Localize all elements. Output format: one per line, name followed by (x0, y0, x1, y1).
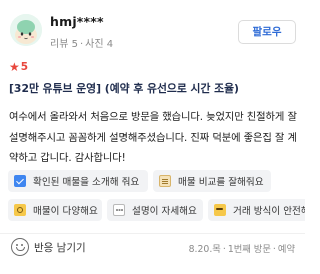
clipboard-icon (159, 175, 171, 187)
keyword-tag-label: 확인된 매물을 소개해 줘요 (33, 177, 140, 188)
speech-bubble-icon (113, 204, 125, 216)
keyword-tag: 매물이 다양해요 (8, 199, 102, 221)
meta-separator: · (222, 244, 226, 255)
keyword-tag: 설명이 자세해요 (107, 199, 203, 221)
follow-button[interactable]: 팔로우 (238, 20, 296, 44)
smile-reaction-icon[interactable] (11, 238, 29, 256)
visit-info: 8.20.목 · 1번째 방문 · 예약 (189, 241, 295, 255)
keyword-tag-label: 거래 방식이 안전해요 (233, 206, 305, 217)
smile-face-icon (214, 204, 226, 216)
rating-value: 5 (20, 61, 29, 73)
photo-count: 4 (106, 39, 114, 50)
meta-separator: · (79, 39, 84, 50)
character-avatar-icon (10, 14, 42, 46)
review-body: 여수에서 올라와서 처음으로 방문을 했습니다. 늦었지만 친절하게 잘 설명해… (9, 111, 297, 164)
visit-date: 8.20.목 (188, 244, 221, 255)
visit-method: 예약 (277, 244, 295, 255)
keyword-tag-label: 매물이 다양해요 (33, 206, 98, 217)
check-icon (14, 175, 26, 187)
keyword-tag-label: 설명이 자세해요 (132, 206, 197, 217)
review-count-label: 리뷰 (50, 39, 69, 50)
reviewer-header: hmj**** 리뷰 5 · 사진 4 팔로우 (0, 0, 305, 58)
divider (0, 233, 305, 234)
meta-separator: · (272, 244, 276, 255)
visit-count: 1번째 방문 (227, 244, 271, 255)
leave-reaction-button[interactable]: 반응 남기기 (34, 240, 86, 255)
photo-count-label: 사진 (85, 39, 104, 50)
keyword-tags: 확인된 매물을 소개해 줘요 매물 비교를 잘해줘요 매물이 다양해요 설명이 … (8, 170, 305, 226)
keyword-tag-label: 매물 비교를 잘해줘요 (178, 177, 264, 188)
avatar[interactable] (10, 14, 42, 46)
keyword-tag: 거래 방식이 안전해요 (208, 199, 305, 221)
review-title: [32만 유튜브 운영] (예약 후 유선으로 시간 조율) (9, 82, 239, 95)
reviewer-stats: 리뷰 5 · 사진 4 (50, 35, 113, 50)
keyword-tag: 확인된 매물을 소개해 줘요 (8, 170, 148, 192)
magnifier-icon (14, 204, 26, 216)
review-count: 5 (71, 39, 78, 50)
rating: ★ 5 (9, 60, 28, 74)
star-icon: ★ (9, 60, 20, 74)
keyword-tag: 매물 비교를 잘해줘요 (153, 170, 271, 192)
reviewer-name[interactable]: hmj**** (50, 14, 104, 29)
